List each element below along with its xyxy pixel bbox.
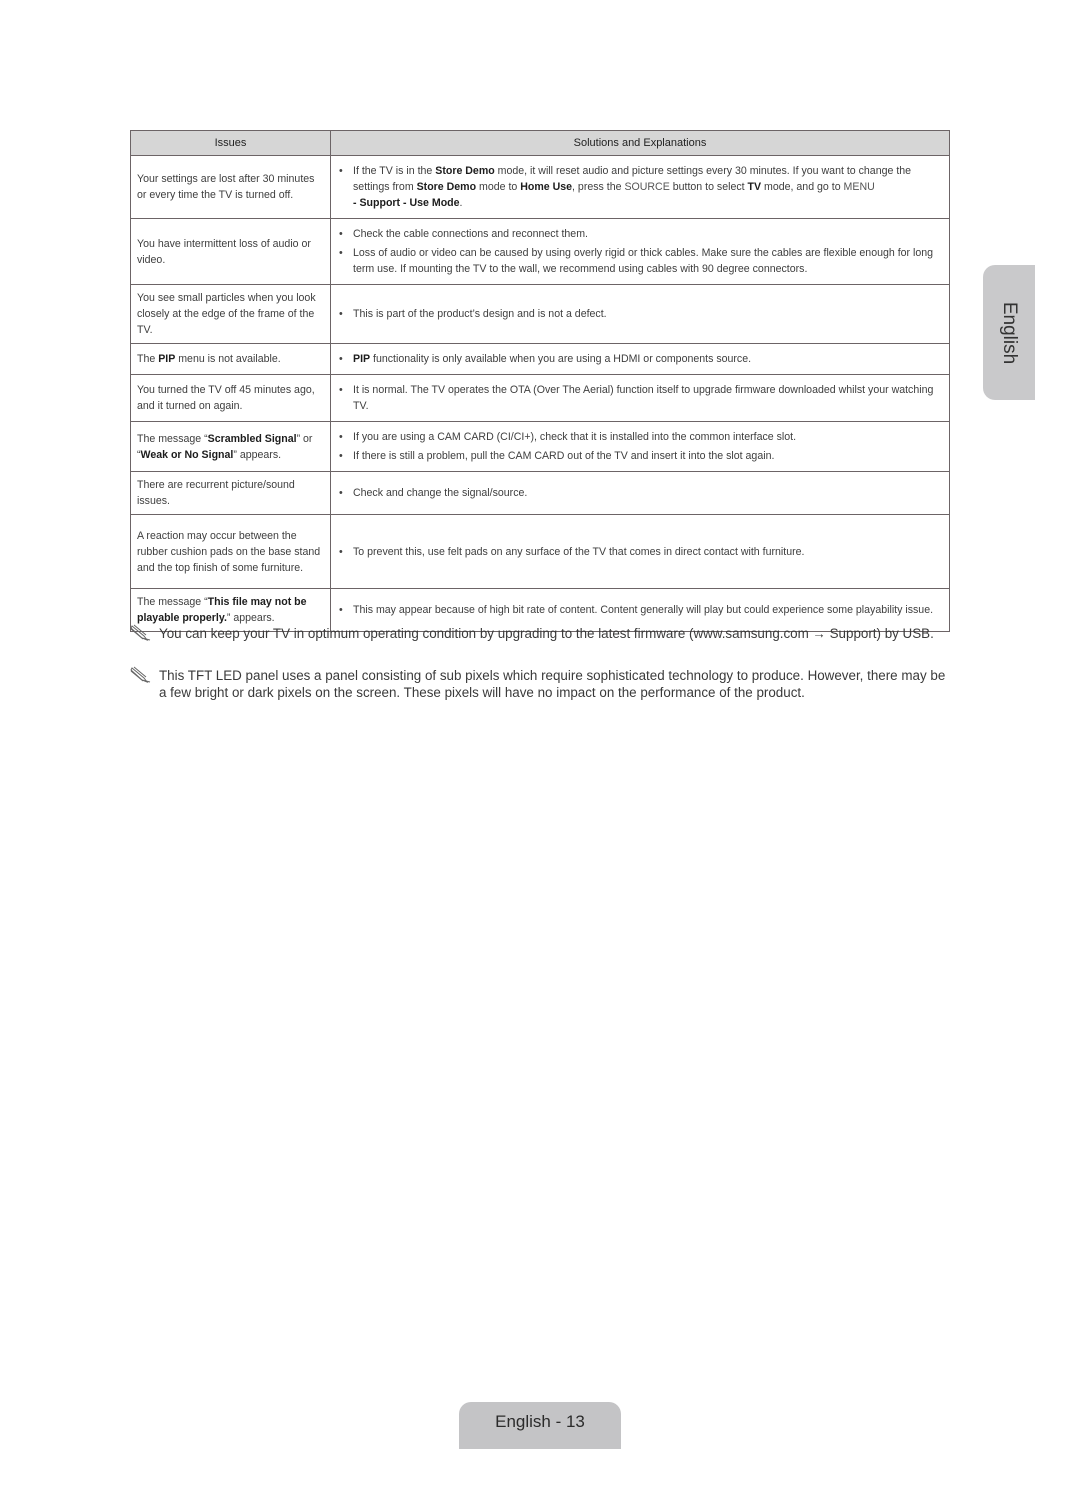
note-text: This TFT LED panel uses a panel consisti…	[159, 668, 946, 700]
emphasis-text: - Support - Use Mode	[353, 197, 460, 209]
solution-bullet: If there is still a problem, pull the CA…	[337, 448, 943, 464]
table-body: Your settings are lost after 30 minutes …	[130, 155, 950, 632]
emphasis-text: Store Demo	[435, 165, 495, 177]
text-segment: .	[459, 197, 463, 209]
solution-bullet: Check and change the signal/source.	[337, 485, 943, 501]
text-segment: You have intermittent loss of audio or v…	[137, 237, 311, 266]
emphasis-text: Scrambled Signal	[207, 432, 297, 445]
page-number-tab: English - 13	[459, 1402, 621, 1449]
solution-cell: To prevent this, use felt pads on any su…	[330, 514, 950, 589]
solution-bullet: If you are using a CAM CARD (CI/CI+), ch…	[337, 429, 943, 445]
emphasis-text: PIP	[158, 353, 176, 365]
text-segment: If there is still a problem, pull the CA…	[353, 450, 775, 462]
table-row: The message “Scrambled Signal” or “Weak …	[130, 421, 950, 472]
text-segment: Check and change the signal/source.	[353, 487, 528, 499]
text-segment: If you are using a CAM CARD (CI/CI+), ch…	[353, 431, 797, 443]
note-firmware: You can keep your TV in optimum operatin…	[130, 624, 950, 643]
note-tft-panel: This TFT LED panel uses a panel consisti…	[130, 666, 950, 701]
table-header-row: Issues Solutions and Explanations	[130, 130, 950, 156]
issue-cell: There are recurrent picture/sound issues…	[130, 471, 331, 515]
text-segment: A reaction may occur between the rubber …	[137, 529, 321, 574]
text-segment: If the TV is in the	[353, 165, 436, 177]
solution-bullet: This is part of the product’s design and…	[337, 306, 943, 322]
header-solutions: Solutions and Explanations	[330, 130, 950, 156]
solution-bullet: PIP functionality is only available when…	[337, 351, 943, 367]
solution-bullet: To prevent this, use felt pads on any su…	[337, 544, 943, 560]
solution-cell: Check the cable connections and reconnec…	[330, 218, 950, 285]
table-row: Your settings are lost after 30 minutes …	[130, 155, 950, 219]
solution-cell: If you are using a CAM CARD (CI/CI+), ch…	[330, 421, 950, 472]
issue-cell: Your settings are lost after 30 minutes …	[130, 155, 331, 219]
text-segment: You see small particles when you look cl…	[137, 292, 316, 336]
text-segment: Check the cable connections and reconnec…	[353, 228, 588, 240]
issue-cell: You have intermittent loss of audio or v…	[130, 218, 331, 285]
emphasis-text: PIP	[353, 353, 371, 365]
text-segment: menu is not available.	[175, 353, 281, 365]
table-row: The PIP menu is not available.PIP functi…	[130, 343, 950, 375]
text-segment: Your settings are lost after 30 minutes …	[137, 173, 315, 201]
side-tab-label: English	[999, 301, 1020, 364]
table-row: You turned the TV off 45 minutes ago, an…	[130, 374, 950, 422]
note-pencil-icon	[130, 666, 151, 684]
page-number-label: English - 13	[495, 1412, 585, 1431]
solution-bullet: Check the cable connections and reconnec…	[337, 226, 943, 242]
emphasis-text: Weak or No Signal	[140, 448, 234, 461]
text-segment: The message “	[137, 596, 208, 608]
table-row: You see small particles when you look cl…	[130, 284, 950, 344]
text-segment: It is normal. The TV operates the OTA (O…	[353, 384, 934, 412]
issue-cell: A reaction may occur between the rubber …	[130, 514, 331, 589]
text-segment: functionality is only available when you…	[370, 353, 752, 365]
text-segment: The	[137, 353, 159, 365]
text-segment: ” appears.	[233, 448, 282, 461]
emphasis-text: TV	[747, 181, 762, 193]
emphasis-text: Home Use	[520, 181, 573, 193]
text-segment: Loss of audio or video can be caused by …	[353, 247, 934, 275]
text-segment: ” appears.	[226, 612, 275, 624]
solution-bullet: This may appear because of high bit rate…	[337, 602, 943, 618]
text-segment: To prevent this, use felt pads on any su…	[353, 545, 805, 558]
control-name-text: SOURCE	[624, 181, 670, 193]
solution-bullet: It is normal. The TV operates the OTA (O…	[337, 382, 943, 414]
solution-cell: Check and change the signal/source.	[330, 471, 950, 515]
language-side-tab: English	[983, 265, 1035, 400]
text-segment: button to select	[669, 181, 748, 193]
table-row: There are recurrent picture/sound issues…	[130, 471, 950, 515]
text-segment: This is part of the product’s design and…	[353, 308, 607, 320]
issue-cell: You turned the TV off 45 minutes ago, an…	[130, 374, 331, 422]
control-name-text: MENU	[843, 181, 875, 193]
issue-cell: The message “Scrambled Signal” or “Weak …	[130, 421, 331, 472]
table-row: You have intermittent loss of audio or v…	[130, 218, 950, 285]
emphasis-text: Store Demo	[416, 181, 477, 193]
text-segment: mode, and go to	[761, 181, 844, 193]
text-segment: There are recurrent picture/sound issues…	[137, 479, 295, 507]
text-segment: You turned the TV off 45 minutes ago, an…	[137, 384, 315, 412]
note-pencil-icon	[130, 624, 151, 642]
issue-cell: The PIP menu is not available.	[130, 343, 331, 375]
solution-bullet: If the TV is in the Store Demo mode, it …	[337, 163, 943, 211]
solution-cell: PIP functionality is only available when…	[330, 343, 950, 375]
note-text: You can keep your TV in optimum operatin…	[159, 626, 934, 641]
text-segment: , press the	[572, 181, 625, 193]
table-row: A reaction may occur between the rubber …	[130, 514, 950, 589]
solution-bullet: Loss of audio or video can be caused by …	[337, 245, 943, 277]
manual-page: Issues Solutions and Explanations Your s…	[0, 0, 1080, 1494]
troubleshooting-table: Issues Solutions and Explanations Your s…	[130, 130, 950, 632]
text-segment: This may appear because of high bit rate…	[353, 604, 934, 616]
solution-cell: This is part of the product’s design and…	[330, 284, 950, 344]
issue-cell: You see small particles when you look cl…	[130, 284, 331, 344]
solution-cell: If the TV is in the Store Demo mode, it …	[330, 155, 950, 219]
text-segment: The message “	[137, 432, 208, 445]
header-issues: Issues	[130, 130, 331, 156]
text-segment: mode to	[476, 181, 521, 193]
solution-cell: It is normal. The TV operates the OTA (O…	[330, 374, 950, 422]
